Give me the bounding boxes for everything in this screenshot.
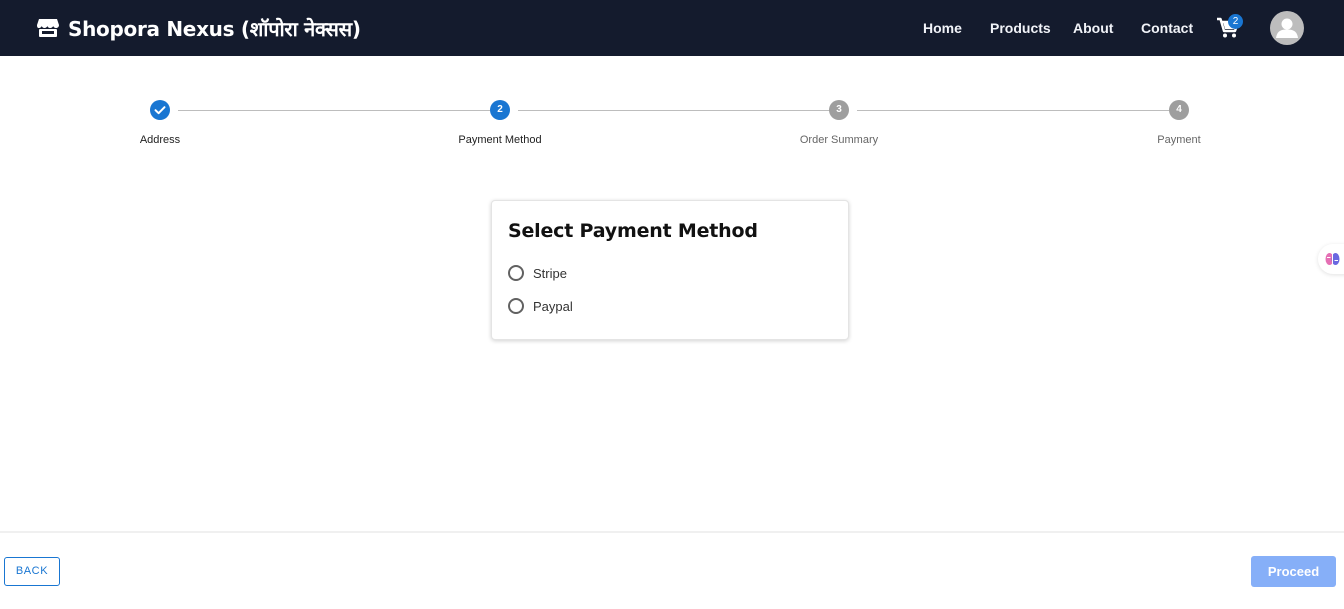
assistant-widget-button[interactable] <box>1318 244 1344 274</box>
radio-button[interactable] <box>508 298 524 314</box>
step-label-address: Address <box>139 134 181 146</box>
brain-icon <box>1325 253 1340 265</box>
back-button[interactable]: BACK <box>4 557 60 586</box>
nav-contact[interactable]: Contact <box>1141 20 1193 36</box>
radio-label-paypal: Paypal <box>533 298 573 314</box>
checkout-stepper: 2 3 4 Address Payment Method Order Summa… <box>0 100 1344 160</box>
step-2-marker: 2 <box>490 100 510 120</box>
radio-label-stripe: Stripe <box>533 265 567 281</box>
brand-name: Shopora Nexus (शॉपोरा नेक्सस) <box>68 16 361 41</box>
store-icon <box>36 17 60 39</box>
footer-divider <box>0 531 1344 533</box>
radio-option-paypal[interactable]: Paypal <box>508 296 573 316</box>
step-label-order-summary: Order Summary <box>799 134 879 146</box>
step-1-check-icon <box>150 100 170 120</box>
radio-option-stripe[interactable]: Stripe <box>508 263 567 283</box>
nav-home[interactable]: Home <box>923 20 962 36</box>
step-label-payment: Payment <box>1157 134 1201 146</box>
cart-count-badge: 2 <box>1228 14 1243 29</box>
step-4-marker: 4 <box>1169 100 1189 120</box>
payment-method-card: Select Payment Method Stripe Paypal <box>491 200 849 340</box>
step-connector <box>178 110 490 111</box>
nav-products[interactable]: Products <box>990 20 1051 36</box>
nav-about[interactable]: About <box>1073 20 1113 36</box>
step-3-marker: 3 <box>829 100 849 120</box>
brand-logo[interactable]: Shopora Nexus (शॉपोरा नेक्सस) <box>36 13 361 43</box>
step-connector <box>857 110 1169 111</box>
card-title: Select Payment Method <box>508 220 758 242</box>
top-navbar: Shopora Nexus (शॉपोरा नेक्सस) Home Produ… <box>0 0 1344 56</box>
step-label-payment-method: Payment Method <box>458 134 542 146</box>
radio-button[interactable] <box>508 265 524 281</box>
step-connector <box>518 110 830 111</box>
proceed-button[interactable]: Proceed <box>1251 556 1336 587</box>
user-avatar-icon[interactable] <box>1270 11 1304 45</box>
